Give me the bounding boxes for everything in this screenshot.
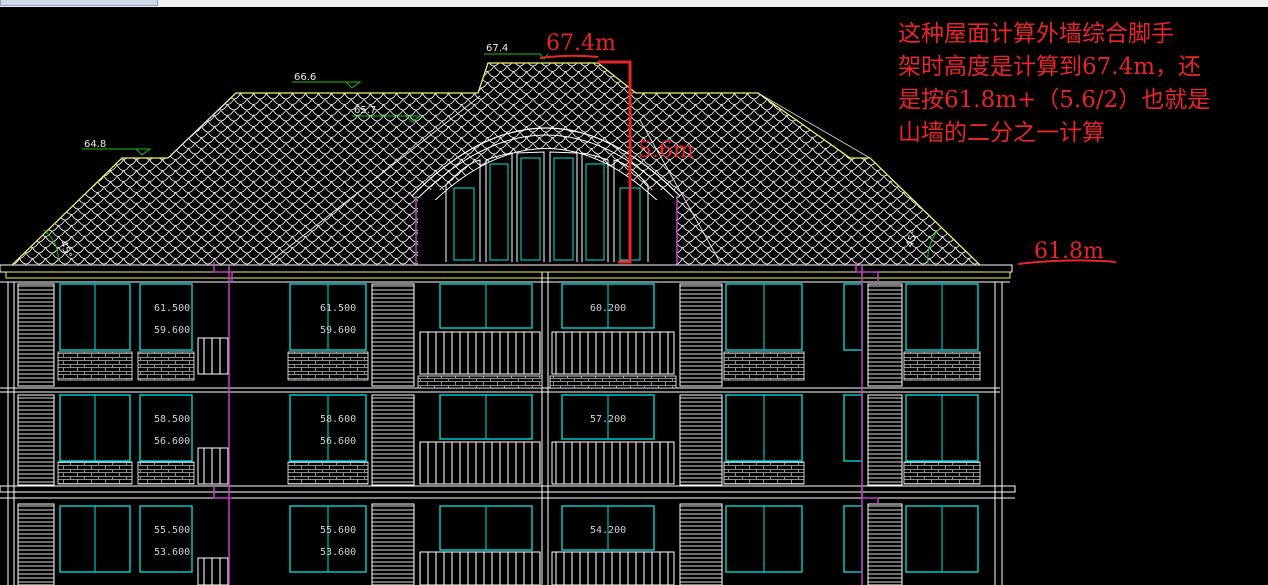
- question-line: 山墙的二分之一计算: [898, 120, 1105, 146]
- level-upper-left: 66.6: [294, 72, 316, 83]
- question-line: 架时高度是计算到67.4m，还: [898, 54, 1202, 80]
- floor-mark: 53.600: [320, 547, 356, 558]
- floor-mark: 61.500: [320, 303, 356, 314]
- cad-viewer: 67.4 66.6 65.7 64.8 45° 45° 61.500 59.60…: [0, 0, 1268, 585]
- annotation-dormer-height: 5.6m: [638, 138, 694, 163]
- floor-mark: 55.600: [320, 525, 356, 536]
- floor-mark: 60.200: [590, 303, 626, 314]
- level-left-eave: 64.8: [84, 139, 106, 150]
- floor-mark: 59.600: [320, 325, 356, 336]
- level-mid: 65.7: [354, 105, 376, 116]
- annotation-eave-height: 61.8m: [1034, 239, 1104, 264]
- floor-mark: 53.600: [154, 547, 190, 558]
- question-line: 是按61.8m+（5.6/2）也就是: [898, 87, 1211, 113]
- facade: [0, 262, 1003, 585]
- level-ridge: 67.4: [486, 43, 508, 54]
- floor-mark: 58.500: [154, 414, 190, 425]
- document-tab[interactable]: [0, 0, 158, 6]
- floor-mark: 61.500: [154, 303, 190, 314]
- floor-mark: 56.600: [320, 436, 356, 447]
- floor-mark: 55.500: [154, 525, 190, 536]
- question-line: 这种屋面计算外墙综合脚手: [898, 21, 1174, 47]
- floor-mark: 59.600: [154, 325, 190, 336]
- floor-mark: 54.200: [590, 525, 626, 536]
- viewer-top-bar: [0, 0, 1268, 7]
- question-note: 这种屋面计算外墙综合脚手 架时高度是计算到67.4m，还 是按61.8m+（5.…: [898, 18, 1263, 150]
- annotation-top-height: 67.4m: [546, 31, 616, 56]
- floor-mark: 57.200: [590, 414, 626, 425]
- floor-mark: 58.600: [320, 414, 356, 425]
- floor-mark: 56.600: [154, 436, 190, 447]
